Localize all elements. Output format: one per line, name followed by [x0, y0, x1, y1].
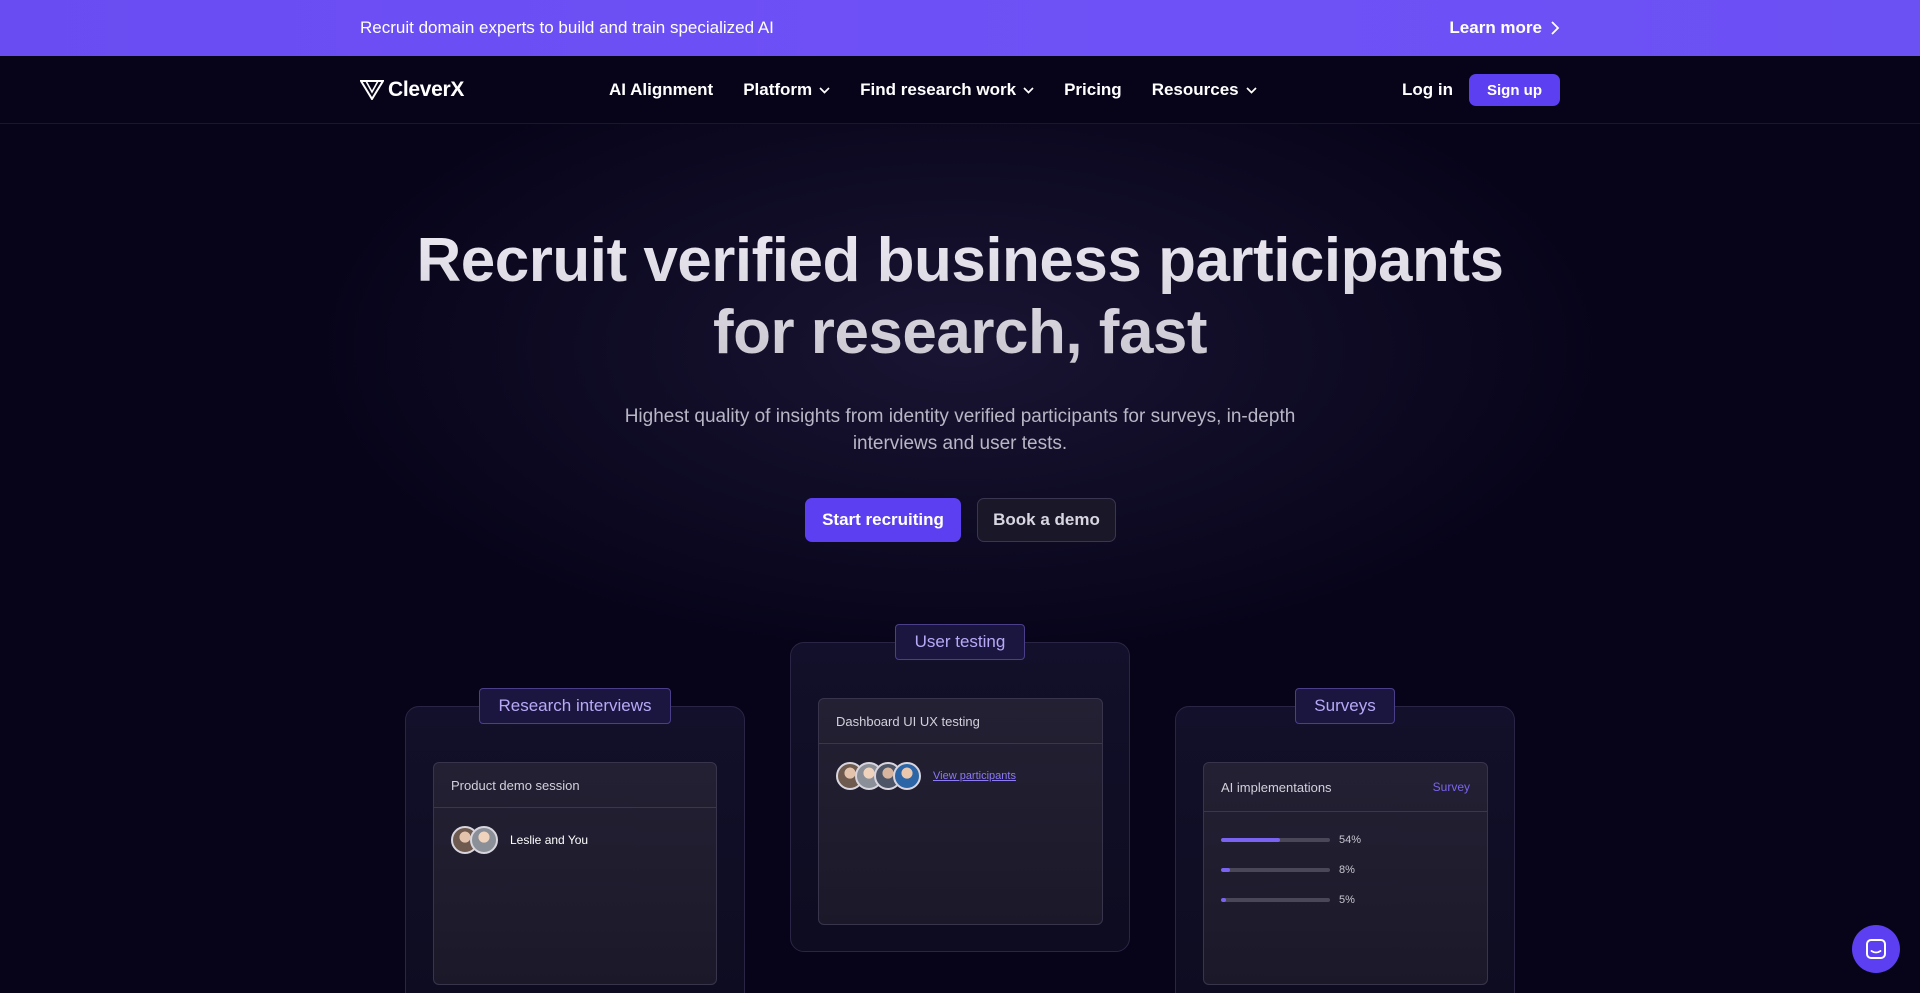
nav-item-ai-alignment[interactable]: AI Alignment [609, 80, 713, 100]
logo-text: CleverX [388, 77, 465, 101]
panel-header: Product demo session [434, 763, 716, 808]
user-testing-tag: User testing [895, 624, 1025, 660]
progress-fill [1221, 838, 1280, 842]
nav-item-pricing[interactable]: Pricing [1064, 80, 1122, 100]
learn-more-link[interactable]: Learn more [1449, 18, 1560, 38]
chat-bubble-icon [1866, 939, 1886, 959]
chevron-right-icon [1551, 21, 1560, 35]
chevron-down-icon [1023, 86, 1034, 94]
progress-bar [1221, 838, 1330, 842]
surveys-tag: Surveys [1295, 688, 1395, 724]
chevron-down-icon [819, 86, 830, 94]
product-demo-panel: Product demo session Leslie and You [433, 762, 717, 985]
participants-text: Leslie and You [510, 833, 589, 847]
hero-title-line2: for research, fast [712, 298, 1208, 367]
ai-implementations-panel: AI implementations Survey 54% 8% 5% [1203, 762, 1488, 985]
dashboard-testing-panel: Dashboard UI UX testing View participant… [818, 698, 1103, 925]
session-title: Product demo session [451, 777, 580, 793]
view-participants-link[interactable]: View participants [933, 770, 1016, 782]
hero-subtitle: Highest quality of insights from identit… [600, 403, 1320, 457]
nav-item-find-research-work[interactable]: Find research work [860, 80, 1034, 100]
progress-label: 8% [1339, 864, 1355, 876]
session-title: AI implementations [1221, 779, 1332, 795]
session-title: Dashboard UI UX testing [836, 713, 980, 729]
hero-subtitle-line2: interviews and user tests. [852, 433, 1068, 454]
signup-button[interactable]: Sign up [1469, 74, 1560, 106]
nav-actions: Log in Sign up [1402, 56, 1560, 124]
start-recruiting-button[interactable]: Start recruiting [805, 498, 961, 542]
hero-title: Recruit verified business participants f… [360, 225, 1560, 369]
avatar [470, 826, 498, 854]
nav-item-label: AI Alignment [609, 80, 714, 99]
avatar [893, 762, 921, 790]
research-interviews-tag: Research interviews [479, 688, 671, 724]
logo[interactable]: CleverX [360, 78, 464, 102]
nav-menu: AI Alignment Platform Find research work… [609, 56, 1257, 124]
avatar-group [836, 762, 921, 790]
participants-row: Leslie and You [434, 808, 716, 872]
survey-badge: Survey [1432, 780, 1470, 794]
book-demo-button[interactable]: Book a demo [977, 498, 1116, 542]
nav-item-label: Platform [743, 80, 813, 99]
nav-item-label: Pricing [1064, 80, 1122, 99]
avatar-group [451, 826, 498, 854]
chevron-down-icon [1246, 86, 1257, 94]
hero-subtitle-line1: Highest quality of insights from identit… [624, 406, 1296, 427]
progress-bar [1221, 868, 1330, 872]
survey-result-row: 54% [1204, 825, 1487, 855]
progress-bar [1221, 898, 1330, 902]
survey-result-row: 8% [1204, 855, 1487, 885]
hero-cta-row: Start recruiting Book a demo [805, 498, 1116, 542]
progress-fill [1221, 868, 1230, 872]
learn-more-label: Learn more [1449, 18, 1542, 37]
cleverx-logo-icon [360, 79, 384, 100]
panel-header: Dashboard UI UX testing [819, 699, 1102, 744]
hero-title-line1: Recruit verified business participants [416, 226, 1504, 295]
progress-fill [1221, 898, 1227, 902]
progress-label: 54% [1339, 834, 1362, 846]
announcement-text: Recruit domain experts to build and trai… [360, 18, 774, 37]
nav-item-resources[interactable]: Resources [1152, 80, 1257, 100]
participants-row: View participants [819, 744, 1102, 808]
nav-item-label: Find research work [860, 80, 1017, 99]
login-link[interactable]: Log in [1402, 80, 1453, 100]
survey-results: 54% 8% 5% [1204, 812, 1487, 915]
panel-header: AI implementations Survey [1204, 763, 1487, 812]
announcement-bar: Recruit domain experts to build and trai… [0, 0, 1920, 56]
nav-item-label: Resources [1151, 80, 1239, 99]
progress-label: 5% [1339, 894, 1355, 906]
main-nav: CleverX AI Alignment Platform Find resea… [0, 56, 1920, 124]
nav-item-platform[interactable]: Platform [743, 80, 830, 100]
chat-launcher-button[interactable] [1852, 925, 1900, 973]
survey-result-row: 5% [1204, 885, 1487, 915]
